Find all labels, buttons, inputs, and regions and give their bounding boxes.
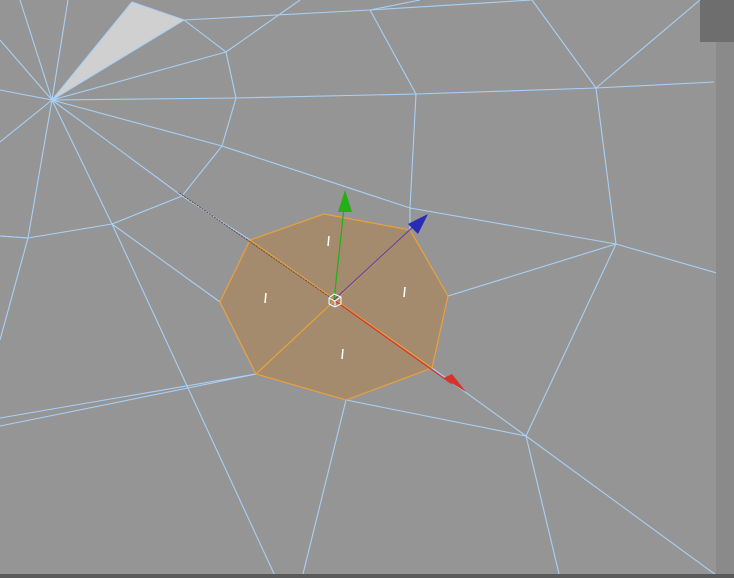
y-axis-arrow-icon[interactable] [338,190,352,212]
normal-marker [327,235,330,247]
viewport-corner-panel [700,0,734,42]
normal-marker [341,348,344,360]
viewport-border-right [716,0,734,578]
normal-marker [403,286,406,298]
highlighted-face[interactable] [52,2,184,100]
viewport-border-bottom [0,574,734,578]
x-axis-arrow-icon[interactable] [444,374,466,392]
3d-viewport[interactable] [0,0,734,578]
mesh-scene[interactable] [0,0,734,578]
normal-marker [264,292,267,304]
